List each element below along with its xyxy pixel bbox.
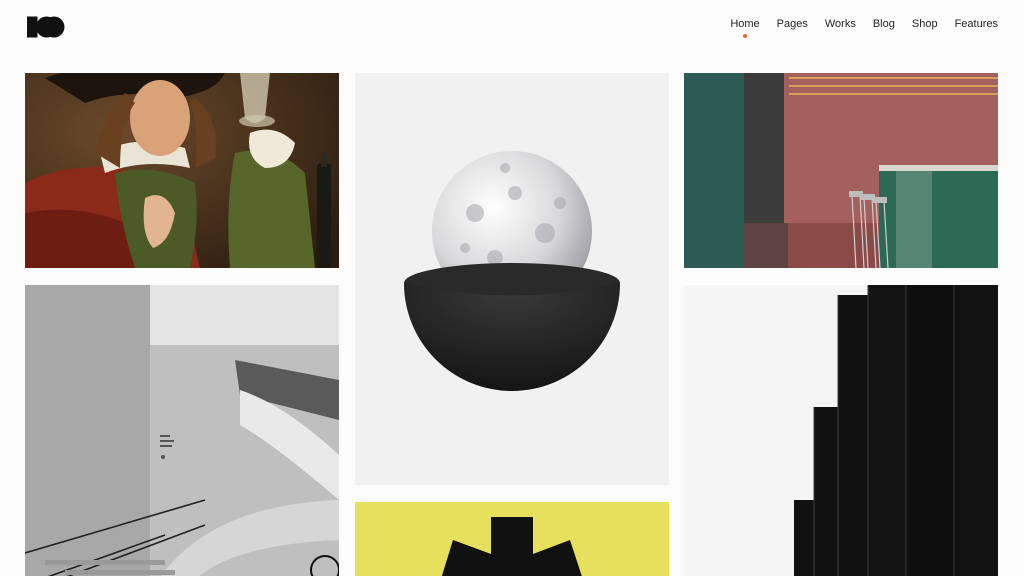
site-header: Home Pages Works Blog Shop Features bbox=[0, 0, 1024, 56]
pink-bar-interior-image[interactable] bbox=[684, 73, 998, 268]
active-indicator-dot bbox=[743, 34, 747, 38]
concrete-staircase-image[interactable] bbox=[25, 285, 339, 576]
nav-item-label: Works bbox=[824, 18, 856, 30]
brand-logo-icon[interactable] bbox=[25, 15, 67, 39]
main-nav: Home Pages Works Blog Shop Features bbox=[730, 17, 998, 38]
nav-item-pages[interactable]: Pages bbox=[777, 17, 808, 31]
nav-item-label: Blog bbox=[872, 18, 895, 30]
nav-item-label: Shop bbox=[911, 18, 938, 30]
nav-item-home[interactable]: Home bbox=[730, 17, 760, 38]
nav-item-label: Features bbox=[954, 18, 998, 30]
nav-item-shop[interactable]: Shop bbox=[912, 17, 938, 31]
yellow-abstract-shape-image[interactable] bbox=[355, 502, 669, 576]
nav-item-label: Pages bbox=[776, 18, 808, 30]
nav-item-features[interactable]: Features bbox=[955, 17, 998, 31]
black-panels-image[interactable] bbox=[684, 285, 998, 576]
nav-item-blog[interactable]: Blog bbox=[873, 17, 895, 31]
nav-item-label: Home bbox=[730, 18, 760, 30]
nav-item-works[interactable]: Works bbox=[825, 17, 856, 31]
portrait-painting-image[interactable] bbox=[25, 73, 339, 268]
sphere-in-bowl-image[interactable] bbox=[355, 73, 669, 485]
